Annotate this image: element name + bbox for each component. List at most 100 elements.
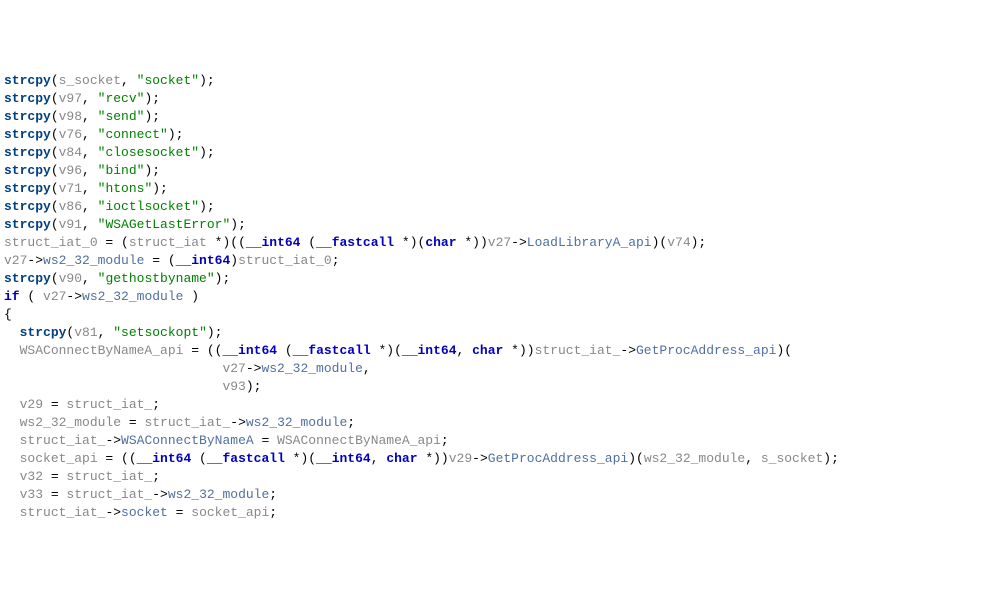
string-lit: "ioctlsocket" [98,199,199,214]
var: socket_api [20,451,98,466]
type: __int64 [137,451,192,466]
fn-call: strcpy [4,91,51,106]
code-line: WSAConnectByNameA_api = ((__int64 (__fas… [4,343,792,358]
arg: v97 [59,91,82,106]
string-lit: "send" [98,109,145,124]
type: char [472,343,503,358]
code-line: strcpy(v91, "WSAGetLastError"); [4,217,246,232]
fn-call: strcpy [4,199,51,214]
keyword: if [4,289,20,304]
code-line: v27->ws2_32_module = (__int64)struct_iat… [4,253,340,268]
code-line: { [4,307,12,322]
member: WSAConnectByNameA [121,433,254,448]
code-line: strcpy(v90, "gethostbyname"); [4,271,230,286]
var: WSAConnectByNameA_api [277,433,441,448]
member: GetProcAddress_api [488,451,628,466]
var: struct_iat_ [66,487,152,502]
member: ws2_32_module [82,289,183,304]
code-line: strcpy(v98, "send"); [4,109,160,124]
string-lit: "closesocket" [98,145,199,160]
type: __int64 [316,451,371,466]
fn-call: strcpy [20,325,67,340]
arg: v76 [59,127,82,142]
fn-call: strcpy [4,127,51,142]
string-lit: "gethostbyname" [98,271,215,286]
fn-call: strcpy [4,73,51,88]
member: ws2_32_module [43,253,144,268]
code-line: strcpy(v81, "setsockopt"); [4,325,222,340]
arg: ws2_32_module [644,451,745,466]
arg: v81 [74,325,97,340]
string-lit: "htons" [98,181,153,196]
arg: s_socket [761,451,823,466]
var: v29 [449,451,472,466]
var: v33 [20,487,43,502]
var: v29 [20,397,43,412]
type: __int64 [246,235,301,250]
var: v27 [43,289,66,304]
var: struct_iat_ [144,415,230,430]
arg: v86 [59,199,82,214]
fn-call: strcpy [4,145,51,160]
member: GetProcAddress_api [636,343,776,358]
brace: { [4,307,12,322]
arg: v90 [59,271,82,286]
code-line: strcpy(v86, "ioctlsocket"); [4,199,215,214]
fn-call: strcpy [4,271,51,286]
fn-call: strcpy [4,109,51,124]
code-line: strcpy(v96, "bind"); [4,163,160,178]
code-line: v93); [4,379,261,394]
member: ws2_32_module [261,361,362,376]
type: __fastcall [207,451,285,466]
arg: v71 [59,181,82,196]
code-line: if ( v27->ws2_32_module ) [4,289,199,304]
code-line: struct_iat_0 = (struct_iat *)((__int64 (… [4,235,706,250]
member: ws2_32_module [246,415,347,430]
code-line: strcpy(v76, "connect"); [4,127,183,142]
var: struct_iat_ [66,397,152,412]
code-line: struct_iat_->WSAConnectByNameA = WSAConn… [4,433,449,448]
fn-call: strcpy [4,217,51,232]
member: ws2_32_module [168,487,269,502]
arg: v93 [222,379,245,394]
type: __int64 [176,253,231,268]
type: char [425,235,456,250]
code-line: strcpy(v97, "recv"); [4,91,160,106]
fn-call: strcpy [4,181,51,196]
code-view: strcpy(s_socket, "socket"); strcpy(v97, … [0,72,993,522]
arg: v98 [59,109,82,124]
type: __fastcall [293,343,371,358]
string-lit: "socket" [137,73,199,88]
arg: v91 [59,217,82,232]
var: v27 [222,361,245,376]
var: v27 [488,235,511,250]
var: WSAConnectByNameA_api [20,343,184,358]
var: struct_iat_ [66,469,152,484]
type: __fastcall [316,235,394,250]
fn-call: strcpy [4,163,51,178]
string-lit: "bind" [98,163,145,178]
type: __int64 [222,343,277,358]
var: struct_iat_0 [238,253,332,268]
type: struct_iat [129,235,207,250]
code-line: struct_iat_->socket = socket_api; [4,505,277,520]
code-line: socket_api = ((__int64 (__fastcall *)(__… [4,451,839,466]
code-line: strcpy(s_socket, "socket"); [4,73,215,88]
code-line: v33 = struct_iat_->ws2_32_module; [4,487,277,502]
var: ws2_32_module [20,415,121,430]
code-line: v29 = struct_iat_; [4,397,160,412]
var: struct_iat_0 [4,235,98,250]
var: v27 [4,253,27,268]
code-line: v27->ws2_32_module, [4,361,371,376]
var: struct_iat_ [535,343,621,358]
member: LoadLibraryA_api [527,235,652,250]
string-lit: "recv" [98,91,145,106]
arg: v84 [59,145,82,160]
string-lit: "connect" [98,127,168,142]
var: struct_iat_ [20,505,106,520]
code-line: v32 = struct_iat_; [4,469,160,484]
code-line: strcpy(v71, "htons"); [4,181,168,196]
member: socket [121,505,168,520]
string-lit: "setsockopt" [113,325,207,340]
var: socket_api [191,505,269,520]
